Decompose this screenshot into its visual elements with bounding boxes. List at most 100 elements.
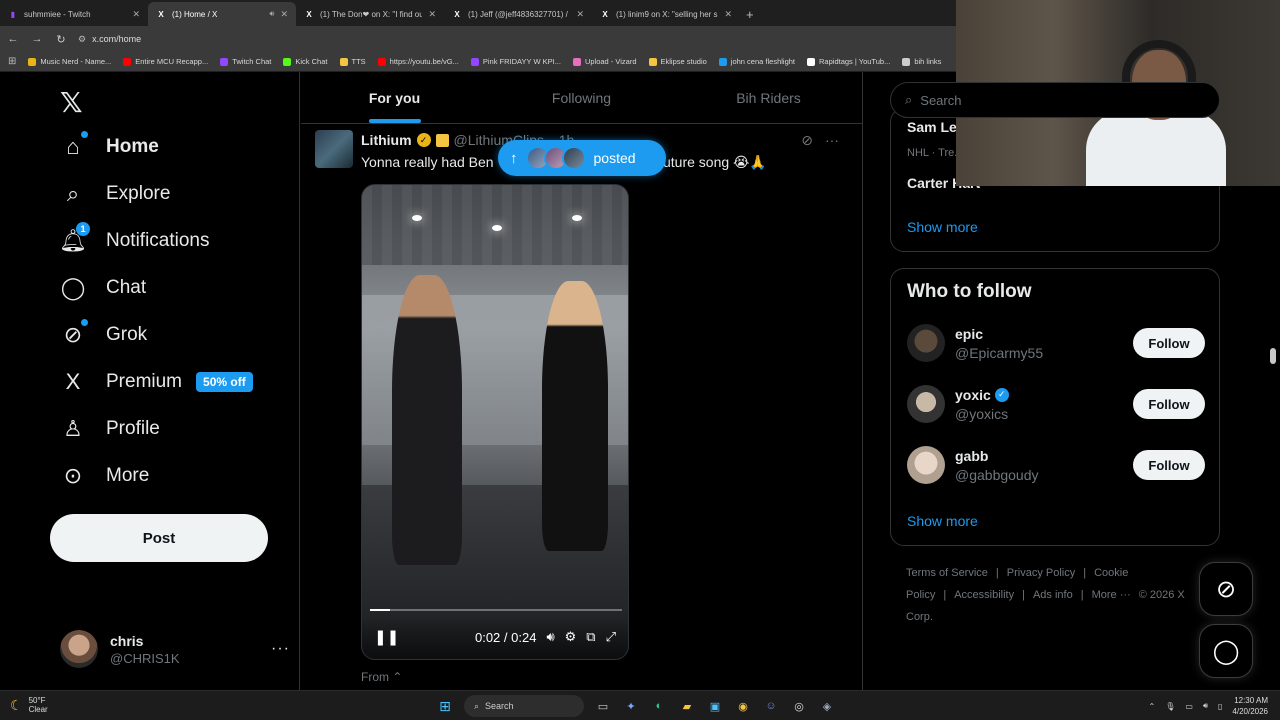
browser-tab[interactable]: X (1) Jeff (@jeff4836327701) / X ✕: [444, 2, 592, 26]
footer-link[interactable]: Terms of Service: [906, 567, 988, 579]
close-icon[interactable]: ✕: [576, 9, 584, 20]
bookmark-item[interactable]: Upload - Vizard: [572, 57, 637, 66]
bookmark-item[interactable]: Kick Chat: [283, 57, 328, 66]
edge-icon[interactable]: ◐: [650, 697, 668, 715]
follow-button[interactable]: Follow: [1133, 450, 1205, 480]
tab-for-you[interactable]: For you: [301, 72, 488, 123]
bookmark-item[interactable]: john cena fleshlight: [718, 57, 795, 66]
suggestion-name[interactable]: yoxic: [955, 387, 991, 403]
new-posts-pill[interactable]: ↑ posted: [498, 140, 666, 176]
chevron-up-icon[interactable]: ⌃: [1149, 702, 1156, 711]
obs-icon[interactable]: ◎: [790, 697, 808, 715]
apps-grid-icon[interactable]: ⊞: [8, 56, 16, 67]
suggestion-name[interactable]: gabb: [955, 448, 988, 464]
bookmark-item[interactable]: bih links: [902, 57, 941, 66]
follow-suggestion[interactable]: epic @Epicarmy55 Follow: [907, 321, 1205, 365]
tweet-video[interactable]: ❚❚ 0:02 / 0:24 🔊︎ ⚙ ⧉ ⤢: [361, 184, 629, 660]
fullscreen-icon[interactable]: ⤢: [606, 629, 616, 645]
tweet-author-name[interactable]: Lithium: [361, 132, 412, 148]
network-icon[interactable]: ▭: [1185, 702, 1193, 711]
store-icon[interactable]: ▣: [706, 697, 724, 715]
avatar[interactable]: [907, 385, 945, 423]
volume-icon[interactable]: 🔊︎: [546, 629, 554, 645]
account-switcher[interactable]: chris @CHRIS1K ···: [60, 627, 290, 671]
avatar[interactable]: [907, 446, 945, 484]
follow-suggestion[interactable]: yoxic ✓ @yoxics Follow: [907, 382, 1205, 426]
avatar[interactable]: [907, 324, 945, 362]
reload-icon[interactable]: ↻: [54, 33, 68, 46]
windows-start-icon[interactable]: ⊞: [436, 697, 454, 715]
close-icon[interactable]: ✕: [280, 9, 288, 20]
follow-suggestion[interactable]: gabb @gabbgoudy Follow: [907, 443, 1205, 487]
grok-icon[interactable]: ⊘: [801, 132, 813, 149]
mic-icon[interactable]: 🎙︎: [1165, 702, 1175, 711]
more-dots-icon[interactable]: ···: [825, 132, 839, 149]
bookmark-item[interactable]: Rapidtags | YouTub...: [807, 57, 890, 66]
browser-tab[interactable]: X (1) Home / X 🔊︎ ✕: [148, 2, 296, 26]
footer-link[interactable]: Ads info: [1033, 589, 1073, 601]
task-view-icon[interactable]: ▭: [594, 697, 612, 715]
nav-item-explore[interactable]: ⌕ Explore: [60, 181, 171, 207]
discord-icon[interactable]: ☺: [762, 697, 780, 715]
bookmark-favicon-icon: [377, 57, 386, 66]
nav-item-chat[interactable]: ◯ Chat: [60, 275, 146, 301]
nav-item-premium[interactable]: X Premium 50% off: [60, 369, 253, 395]
video-progress-bar[interactable]: [370, 609, 622, 611]
browser-tab[interactable]: ▮ suhmmiee - Twitch ✕: [0, 2, 148, 26]
nav-item-profile[interactable]: ♙ Profile: [60, 416, 160, 442]
site-info-icon[interactable]: ⚙: [78, 34, 86, 45]
tab-following[interactable]: Following: [488, 72, 675, 123]
avatar[interactable]: [315, 130, 353, 168]
bookmark-item[interactable]: https://youtu.be/vG...: [377, 57, 459, 66]
bookmark-item[interactable]: Twitch Chat: [220, 57, 271, 66]
more-dots-icon[interactable]: ···: [271, 640, 290, 658]
chrome-icon[interactable]: ◉: [734, 697, 752, 715]
file-explorer-icon[interactable]: ▰: [678, 697, 696, 715]
footer-link[interactable]: More ···: [1092, 589, 1131, 601]
new-tab-icon[interactable]: +: [746, 7, 754, 26]
speaker-icon[interactable]: 🔊︎: [269, 9, 274, 19]
nav-item-more[interactable]: ⊙ More: [60, 463, 150, 489]
x-logo-icon[interactable]: 𝕏: [60, 86, 83, 119]
suggestion-name[interactable]: epic: [955, 326, 983, 342]
steam-icon[interactable]: ◈: [818, 697, 836, 715]
bookmark-item[interactable]: Eklipse studio: [648, 57, 707, 66]
settings-gear-icon[interactable]: ⚙: [565, 629, 577, 645]
show-more-link[interactable]: Show more: [907, 513, 978, 529]
bookmark-item[interactable]: TTS: [339, 57, 366, 66]
follow-button[interactable]: Follow: [1133, 389, 1205, 419]
volume-icon[interactable]: 🔊︎: [1203, 701, 1208, 711]
browser-tab[interactable]: X (1) The Don❤ on X: "I find out ✕: [296, 2, 444, 26]
video-source[interactable]: From ⌃: [361, 670, 402, 684]
pause-icon[interactable]: ❚❚: [374, 628, 399, 646]
show-more-link[interactable]: Show more: [907, 219, 978, 235]
back-icon[interactable]: ←: [6, 33, 20, 45]
footer-link[interactable]: Accessibility: [954, 589, 1014, 601]
tab-title: (1) Jeff (@jeff4836327701) / X: [468, 9, 571, 19]
bookmark-item[interactable]: Pink FRIDAYY W KPI...: [470, 57, 561, 66]
close-icon[interactable]: ✕: [428, 9, 436, 20]
copilot-icon[interactable]: ✦: [622, 697, 640, 715]
bookmark-item[interactable]: Music Nerd - Name...: [28, 57, 111, 66]
battery-icon[interactable]: ▯: [1218, 702, 1222, 711]
weather-widget[interactable]: ☾ 50°F Clear: [10, 696, 48, 714]
url-field[interactable]: ⚙ x.com/home: [78, 34, 141, 45]
nav-item-home[interactable]: ⌂ Home: [60, 131, 159, 160]
forward-icon[interactable]: →: [30, 33, 44, 45]
pip-icon[interactable]: ⧉: [586, 629, 595, 645]
tab-bih-riders[interactable]: Bih Riders: [675, 72, 862, 123]
bookmark-item[interactable]: Entire MCU Recapp...: [123, 57, 208, 66]
post-button[interactable]: Post: [50, 514, 268, 562]
clock[interactable]: 12:30 AM 4/20/2026: [1232, 695, 1268, 717]
close-icon[interactable]: ✕: [132, 9, 140, 20]
footer-link[interactable]: Privacy Policy: [1007, 567, 1075, 579]
follow-button[interactable]: Follow: [1133, 328, 1205, 358]
taskbar-search[interactable]: ⌕ Search: [464, 695, 584, 717]
nav-item-notifications[interactable]: 🔔︎ 1 Notifications: [59, 222, 210, 254]
close-icon[interactable]: ✕: [724, 9, 732, 20]
grok-fab-button[interactable]: ⊘: [1199, 562, 1253, 616]
nav-item-grok[interactable]: ⊘ Grok: [60, 319, 147, 348]
chat-fab-button[interactable]: ◯: [1199, 624, 1253, 678]
search-input[interactable]: ⌕ Search: [890, 82, 1220, 118]
browser-tab[interactable]: X (1) linim9 on X: "selling her sun ✕: [592, 2, 740, 26]
